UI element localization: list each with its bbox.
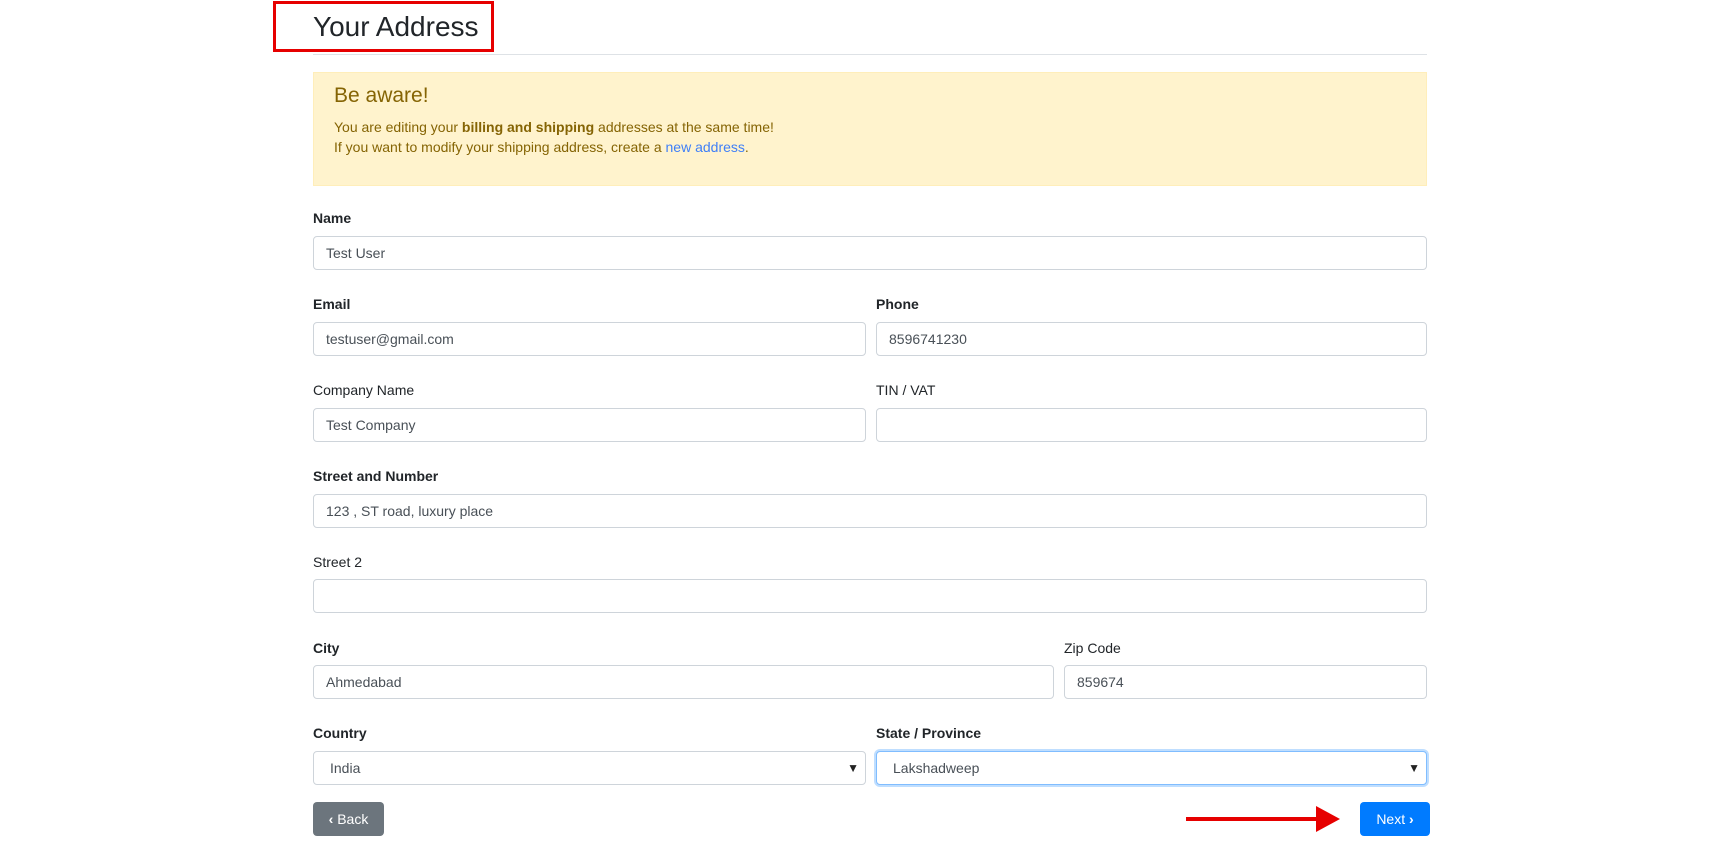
state-select[interactable]: Lakshadweep ▼ bbox=[876, 751, 1427, 785]
next-button-label: Next bbox=[1376, 811, 1406, 827]
street2-label: Street 2 bbox=[313, 554, 363, 570]
state-selected-value: Lakshadweep bbox=[893, 760, 980, 776]
zip-input[interactable]: 859674 bbox=[1064, 665, 1427, 699]
back-button-label: Back bbox=[337, 811, 369, 827]
vat-input[interactable] bbox=[876, 408, 1427, 442]
zip-label: Zip Code bbox=[1064, 640, 1121, 656]
alert-text: If you want to modify your shipping addr… bbox=[334, 139, 666, 155]
annotation-arrow bbox=[1186, 817, 1318, 821]
title-divider bbox=[313, 54, 1427, 55]
company-label: Company Name bbox=[313, 382, 415, 398]
country-label: Country bbox=[313, 725, 367, 741]
chevron-left-icon: ‹ bbox=[328, 811, 334, 827]
street-input[interactable]: 123 , ST road, luxury place bbox=[313, 494, 1427, 528]
state-label: State / Province bbox=[876, 725, 982, 741]
city-input[interactable]: Ahmedabad bbox=[313, 665, 1054, 699]
page-title: Your Address bbox=[313, 11, 479, 42]
next-button[interactable]: Next › bbox=[1360, 802, 1430, 836]
new-address-link[interactable]: new address bbox=[666, 139, 745, 155]
street2-input[interactable] bbox=[313, 579, 1427, 613]
alert-line-1: You are editing your billing and shippin… bbox=[334, 119, 774, 135]
alert-text: addresses at the same time! bbox=[594, 119, 774, 135]
email-label: Email bbox=[313, 296, 351, 312]
alert-line-2: If you want to modify your shipping addr… bbox=[334, 139, 749, 155]
back-button[interactable]: ‹ Back bbox=[313, 802, 384, 836]
vat-label: TIN / VAT bbox=[876, 382, 936, 398]
alert-bold-text: billing and shipping bbox=[461, 119, 595, 135]
alert-heading: Be aware! bbox=[334, 84, 429, 107]
alert-text: You are editing your bbox=[334, 119, 462, 135]
caret-down-icon: ▼ bbox=[1408, 761, 1420, 775]
alert-text: . bbox=[744, 139, 749, 155]
company-input[interactable]: Test Company bbox=[313, 408, 866, 442]
phone-input[interactable]: 8596741230 bbox=[876, 322, 1427, 356]
caret-down-icon: ▼ bbox=[847, 761, 859, 775]
country-selected-value: India bbox=[330, 760, 361, 776]
annotation-arrow-head bbox=[1316, 806, 1340, 832]
city-label: City bbox=[313, 640, 340, 656]
phone-label: Phone bbox=[876, 296, 919, 312]
name-input[interactable]: Test User bbox=[313, 236, 1427, 270]
chevron-right-icon: › bbox=[1409, 811, 1414, 827]
email-input[interactable]: testuser@gmail.com bbox=[313, 322, 866, 356]
warning-alert: Be aware! You are editing your billing a… bbox=[313, 72, 1427, 186]
street-label: Street and Number bbox=[313, 468, 439, 484]
country-select[interactable]: India ▼ bbox=[313, 751, 866, 785]
name-label: Name bbox=[313, 210, 352, 226]
